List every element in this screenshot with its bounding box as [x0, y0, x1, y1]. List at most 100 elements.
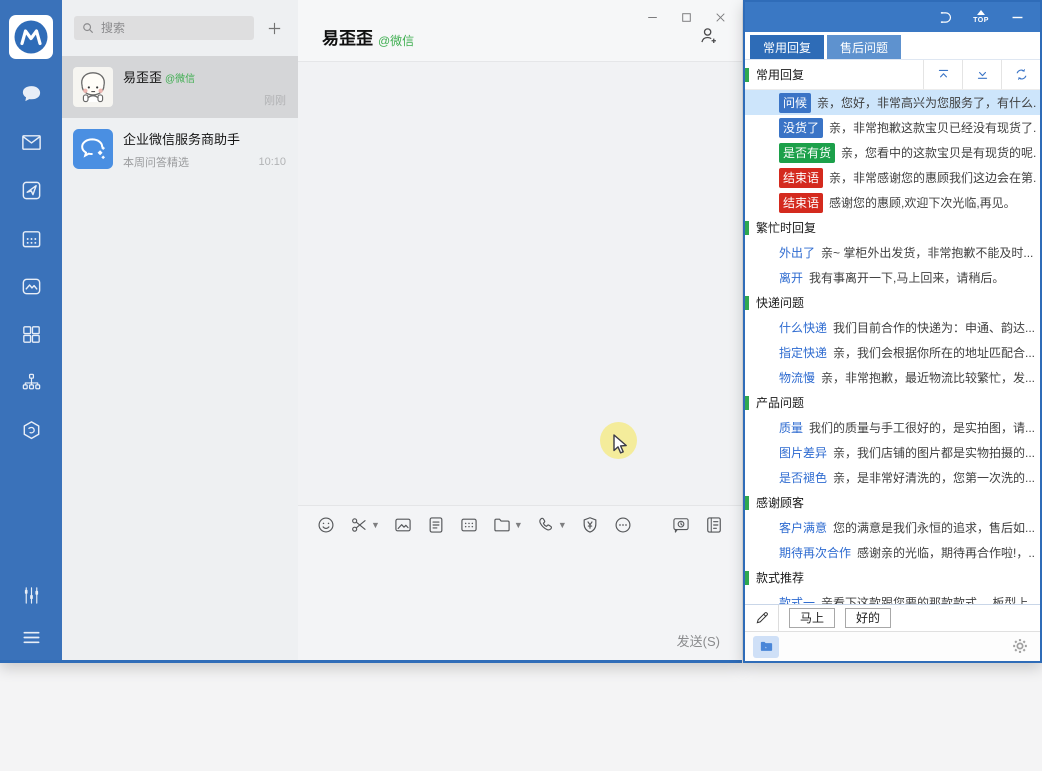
reply-label-link[interactable]: 质量 — [779, 419, 803, 436]
file-doc-icon[interactable] — [426, 515, 446, 535]
quick-reply-item[interactable]: 图片差异亲，我们店铺的图片都是实物拍摄的... — [745, 440, 1040, 465]
chat-title: 易歪歪 — [322, 24, 373, 49]
reply-group-header[interactable]: 繁忙时回复 — [745, 215, 1040, 240]
reply-tag-badge: 是否有货 — [779, 143, 835, 163]
reply-tag-badge: 结束语 — [779, 193, 823, 213]
maximize-icon[interactable] — [674, 6, 698, 28]
folder-blue-icon[interactable] — [753, 636, 779, 658]
expand-all-icon[interactable] — [962, 60, 1001, 89]
magnet-pin-icon[interactable] — [932, 5, 958, 29]
screenshot-scissors-icon[interactable]: ▼ — [349, 515, 380, 535]
group-title: 款式推荐 — [756, 569, 1040, 586]
quick-reply-item[interactable]: 是否有货亲，您看中的这款宝贝是有现货的呢... — [745, 140, 1040, 165]
quick-chip[interactable]: 马上 — [789, 608, 835, 628]
reply-group-header[interactable]: 常用回复 — [745, 60, 1040, 90]
reply-label-link[interactable]: 是否褪色 — [779, 469, 827, 486]
chat-message-area[interactable] — [298, 62, 742, 505]
plus-icon[interactable] — [262, 16, 286, 40]
moments-icon[interactable] — [18, 273, 44, 299]
folder-icon[interactable]: ▼ — [492, 515, 523, 535]
quick-reply-item[interactable]: 质量我们的质量与手工很好的，是实拍图，请... — [745, 415, 1040, 440]
reply-group-header[interactable]: 快递问题 — [745, 290, 1040, 315]
quick-reply-item[interactable]: 什么快递我们目前合作的快递为：申通、韵达... — [745, 315, 1040, 340]
reply-preview-text: 亲看下这款跟您要的那款款式， 板型上... — [821, 594, 1036, 604]
wecom-service-avatar — [73, 129, 113, 169]
quick-reply-item[interactable]: 结束语感谢您的惠顾,欢迎下次光临,再见。 — [745, 190, 1040, 215]
quick-reply-item[interactable]: 期待再次合作感谢亲的光临，期待再合作啦!，... — [745, 540, 1040, 565]
quick-reply-item[interactable]: 外出了亲~ 掌柜外出发货，非常抱歉不能及时... — [745, 240, 1040, 265]
quick-reply-item[interactable]: 指定快递亲，我们会根据你所在的地址匹配合... — [745, 340, 1040, 365]
chat-title-tag: @微信 — [378, 32, 414, 49]
gear-icon[interactable] — [1010, 636, 1032, 658]
quick-reply-item[interactable]: 结束语亲，非常感谢您的惠顾我们这边会在第... — [745, 165, 1040, 190]
reply-group-header[interactable]: 产品问题 — [745, 390, 1040, 415]
tab-售后问题[interactable]: 售后问题 — [827, 35, 901, 59]
quick-reply-item[interactable]: 款式一亲看下这款跟您要的那款款式， 板型上... — [745, 590, 1040, 604]
chat-history-icon[interactable] — [671, 515, 691, 535]
reply-preview-text: 亲，是非常好清洗的，您第一次洗的... — [833, 469, 1035, 486]
minimize-icon[interactable] — [640, 6, 664, 28]
workbench-icon[interactable] — [18, 177, 44, 203]
reply-label-link[interactable]: 图片差异 — [779, 444, 827, 461]
chat-item-name: 易歪歪 — [123, 67, 162, 86]
notes-icon[interactable] — [704, 515, 724, 535]
reply-preview-text: 感谢亲的光临，期待再合作啦!，... — [857, 544, 1036, 561]
reply-label-link[interactable]: 期待再次合作 — [779, 544, 851, 561]
close-icon[interactable] — [708, 6, 732, 28]
chat-bubble-icon[interactable] — [18, 81, 44, 107]
org-chart-icon[interactable] — [18, 369, 44, 395]
apps-grid-icon[interactable] — [18, 321, 44, 347]
collapse-all-icon[interactable] — [923, 60, 962, 89]
chat-list-item[interactable]: 易歪歪@微信 刚刚 — [62, 56, 298, 118]
search-icon — [81, 21, 95, 35]
quick-reply-item[interactable]: 物流慢亲，非常抱歉，最近物流比较繁忙，发... — [745, 365, 1040, 390]
reply-label-link[interactable]: 离开 — [779, 269, 803, 286]
top-pin-icon[interactable]: TOP — [968, 5, 994, 29]
quick-reply-item[interactable]: 离开我有事离开一下,马上回来，请稍后。 — [745, 265, 1040, 290]
reply-label-link[interactable]: 指定快递 — [779, 344, 827, 361]
group-green-bar — [745, 496, 749, 510]
panel-minimize-icon[interactable] — [1004, 5, 1030, 29]
reply-tag-badge: 没货了 — [779, 118, 823, 138]
pencil-icon[interactable] — [745, 605, 779, 631]
reply-group-header[interactable]: 感谢顾客 — [745, 490, 1040, 515]
reply-label-link[interactable]: 什么快递 — [779, 319, 827, 336]
quick-reply-item[interactable]: 是否褪色亲，是非常好清洗的，您第一次洗的... — [745, 465, 1040, 490]
quick-reply-item[interactable]: 客户满意您的满意是我们永恒的追求，售后如... — [745, 515, 1040, 540]
payment-shield-icon[interactable] — [580, 515, 600, 535]
search-field[interactable] — [101, 21, 247, 35]
group-title: 感谢顾客 — [756, 494, 1040, 511]
chat-list-item[interactable]: 企业微信服务商助手 本周问答精选 10:10 — [62, 118, 298, 180]
hamburger-menu-icon[interactable] — [18, 624, 44, 650]
image-icon[interactable] — [393, 515, 413, 535]
quick-chip[interactable]: 好的 — [845, 608, 891, 628]
group-title: 繁忙时回复 — [756, 219, 1040, 236]
reply-group-header[interactable]: 款式推荐 — [745, 565, 1040, 590]
mouse-cursor — [613, 434, 630, 456]
chat-item-time: 刚刚 — [264, 92, 286, 108]
chat-item-tag: @微信 — [165, 70, 195, 85]
emoji-icon[interactable] — [316, 515, 336, 535]
reply-label-link[interactable]: 款式一 — [779, 594, 815, 604]
tab-常用回复[interactable]: 常用回复 — [750, 35, 824, 59]
refresh-icon[interactable] — [1001, 60, 1040, 89]
mail-icon[interactable] — [18, 129, 44, 155]
person-add-icon[interactable] — [698, 25, 722, 49]
yiwaiwai-logo-icon[interactable] — [9, 15, 53, 59]
message-input-area[interactable]: ▼ ▼ ▼ 发送(S) — [298, 505, 742, 660]
send-button[interactable]: 发送(S) — [677, 631, 720, 650]
plugin-box-icon[interactable] — [18, 417, 44, 443]
chat-list-panel: 易歪歪@微信 刚刚 企业微信服务商助手 本周问答精选 10:10 — [62, 0, 298, 660]
filter-sliders-icon[interactable] — [18, 582, 44, 608]
reply-label-link[interactable]: 外出了 — [779, 244, 815, 261]
calendar-icon[interactable] — [18, 225, 44, 251]
more-circle-icon[interactable] — [613, 515, 633, 535]
search-input[interactable] — [74, 16, 254, 40]
remote-grid-icon[interactable] — [459, 515, 479, 535]
quick-reply-item[interactable]: 没货了亲，非常抱歉这款宝贝已经没有现货了... — [745, 115, 1040, 140]
chevron-down-icon: ▼ — [514, 520, 523, 530]
reply-label-link[interactable]: 物流慢 — [779, 369, 815, 386]
phone-icon[interactable]: ▼ — [536, 515, 567, 535]
reply-label-link[interactable]: 客户满意 — [779, 519, 827, 536]
quick-reply-item[interactable]: 问候亲，您好，非常高兴为您服务了，有什么... — [745, 90, 1040, 115]
